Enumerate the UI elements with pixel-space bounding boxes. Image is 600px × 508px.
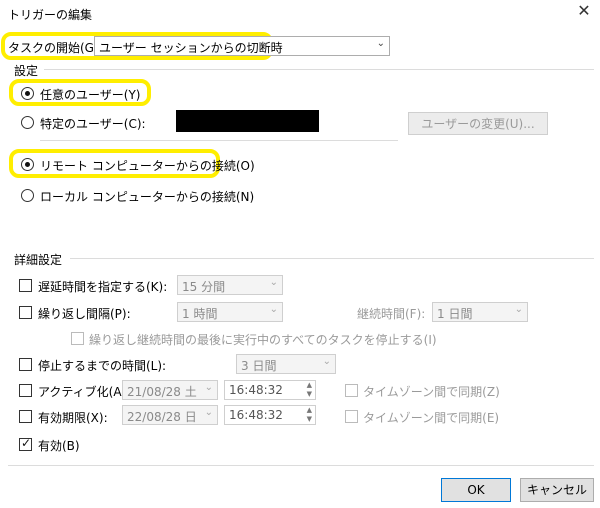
activate-time-value: 16:48:32	[229, 383, 283, 397]
chevron-down-icon: ⌄	[204, 382, 213, 393]
change-user-button[interactable]: ユーザーの変更(U)...	[408, 112, 548, 135]
activate-label[interactable]: アクティブ化(A):	[38, 383, 130, 400]
ok-button[interactable]: OK	[441, 478, 511, 502]
spin-up-down-icon[interactable]: ▲ ▼	[307, 381, 312, 399]
radio-local-connect[interactable]	[21, 189, 34, 202]
settings-group-label: 設定	[14, 64, 39, 78]
duration-select[interactable]: 1 日間 ⌄	[432, 302, 528, 322]
sync-tz-activate-checkbox[interactable]	[345, 384, 358, 397]
stop-all-checkbox[interactable]	[71, 332, 84, 345]
expire-label[interactable]: 有効期限(X):	[38, 409, 108, 426]
cancel-button[interactable]: キャンセル	[520, 478, 594, 502]
advanced-divider	[70, 258, 594, 259]
activate-checkbox[interactable]	[19, 384, 32, 397]
delay-checkbox[interactable]	[19, 279, 32, 292]
bottom-divider	[8, 465, 594, 466]
redacted-user-name	[176, 110, 319, 132]
delay-value: 15 分間	[182, 280, 226, 294]
radio-any-user[interactable]	[21, 87, 34, 100]
radio-specific-user[interactable]	[21, 116, 34, 129]
sync-tz-expire-label: タイムゾーン間で同期(E)	[363, 411, 500, 425]
chevron-down-icon: ⌄	[269, 304, 278, 315]
task-start-label: タスクの開始(G):	[8, 41, 103, 55]
sync-tz-expire-checkbox[interactable]	[345, 410, 358, 423]
expire-date-picker[interactable]: 22/08/28 日 ⌄	[122, 405, 218, 425]
activate-date-value: 21/08/28 土	[127, 385, 197, 399]
user-divider	[40, 140, 398, 141]
local-connect-label[interactable]: ローカル コンピューターからの接続(N)	[40, 188, 254, 205]
delay-label[interactable]: 遅延時間を指定する(K):	[38, 278, 167, 295]
enabled-checkbox[interactable]	[19, 436, 32, 451]
advanced-group-label: 詳細設定	[14, 253, 63, 267]
repeat-value: 1 時間	[182, 307, 218, 321]
repeat-select[interactable]: 1 時間 ⌄	[177, 302, 283, 322]
dialog-title: トリガーの編集	[8, 8, 93, 22]
chevron-down-icon: ⌄	[204, 407, 213, 418]
close-icon[interactable]: ✕	[574, 2, 594, 22]
duration-label: 継続時間(F):	[357, 307, 426, 321]
chevron-down-icon: ⌄	[322, 356, 331, 367]
enabled-label[interactable]: 有効(B)	[38, 437, 80, 454]
any-user-label[interactable]: 任意のユーザー(Y)	[40, 86, 140, 103]
remote-connect-label[interactable]: リモート コンピューターからの接続(O)	[40, 157, 255, 174]
stop-after-checkbox[interactable]	[19, 358, 32, 371]
expire-time-spinner[interactable]: 16:48:32 ▲ ▼	[224, 405, 316, 425]
stop-after-select[interactable]: 3 日間 ⌄	[236, 354, 336, 374]
delay-select[interactable]: 15 分間 ⌄	[177, 275, 283, 295]
expire-time-value: 16:48:32	[229, 408, 283, 422]
chevron-down-icon: ⌄	[376, 38, 385, 49]
task-start-value: ユーザー セッションからの切断時	[99, 41, 283, 55]
expire-date-value: 22/08/28 日	[127, 410, 197, 424]
chevron-down-icon: ⌄	[269, 277, 278, 288]
sync-tz-activate-label: タイムゾーン間で同期(Z)	[363, 385, 500, 399]
stop-all-label: 繰り返し継続時間の最後に実行中のすべてのタスクを停止する(I)	[89, 333, 437, 347]
task-start-select[interactable]: ユーザー セッションからの切断時 ⌄	[94, 36, 390, 56]
repeat-checkbox[interactable]	[19, 306, 32, 319]
settings-divider	[44, 69, 594, 70]
stop-after-value: 3 日間	[241, 359, 277, 373]
duration-value: 1 日間	[437, 307, 473, 321]
activate-time-spinner[interactable]: 16:48:32 ▲ ▼	[224, 380, 316, 400]
stop-after-label[interactable]: 停止するまでの時間(L):	[38, 357, 166, 374]
repeat-label[interactable]: 繰り返し間隔(P):	[38, 305, 131, 322]
spin-up-down-icon[interactable]: ▲ ▼	[307, 406, 312, 424]
expire-checkbox[interactable]	[19, 410, 32, 423]
specific-user-label[interactable]: 特定のユーザー(C):	[40, 115, 146, 132]
chevron-down-icon: ⌄	[514, 304, 523, 315]
radio-remote-connect[interactable]	[21, 158, 34, 171]
activate-date-picker[interactable]: 21/08/28 土 ⌄	[122, 380, 218, 400]
